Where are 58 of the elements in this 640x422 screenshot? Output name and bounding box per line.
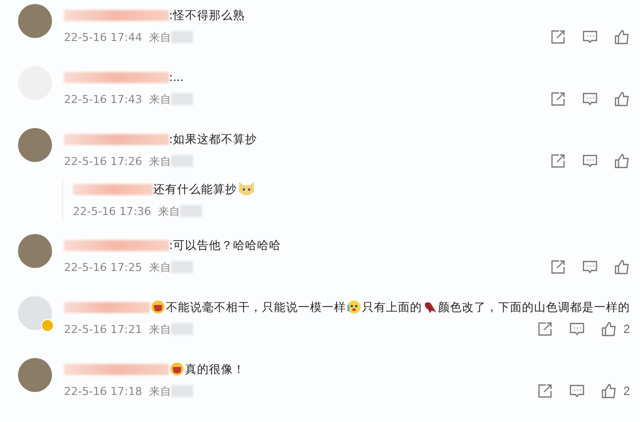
share-button[interactable] [550,91,566,107]
comment-time: 22-5-16 17:44 [64,30,142,44]
comment-button[interactable] [569,383,586,399]
blurred-source [180,205,202,217]
comment-text: :可以告他？哈哈哈哈 [169,238,281,252]
like-button[interactable] [614,153,630,169]
source-label: 来自 [149,384,172,398]
like-button[interactable] [614,91,630,107]
verified-badge-icon [41,319,54,332]
laughing-face-icon [170,362,184,376]
dog-face-icon [238,180,255,198]
bird-icon [423,300,437,314]
source-label: 来自 [149,92,172,106]
blurred-source [171,323,194,335]
share-button[interactable] [550,153,566,169]
comment-time: 22-5-16 17:21 [64,322,142,336]
comment-button[interactable] [569,321,586,337]
blurred-source [171,31,194,43]
comment-text: 颜色改了，下面的山色调都是一样的 [438,300,630,314]
comment-button[interactable] [582,153,598,169]
comment-button[interactable] [582,259,598,275]
source-label: 来自 [149,260,172,274]
comment-text: 真的很像！ [185,362,245,376]
comment-button[interactable] [582,29,598,45]
laughing-face-icon [151,300,165,314]
comment-text: 只有上面的 [362,300,422,314]
avatar[interactable] [18,234,52,268]
source-label: 来自 [158,204,180,218]
comment-text: :怪不得那么熟 [169,8,245,22]
share-button[interactable] [550,259,566,275]
avatar[interactable] [18,4,52,38]
blurred-source [171,261,194,273]
share-button[interactable] [550,29,566,45]
comment-text: :... [169,70,184,84]
comment-time: 22-5-16 17:18 [64,384,142,398]
reply-text: 还有什么能算抄 [153,182,237,196]
comment-time: 22-5-16 17:25 [64,260,142,274]
comment-button[interactable] [582,91,598,107]
source-label: 来自 [149,30,172,44]
comment-time: 22-5-16 17:43 [64,92,142,106]
avatar[interactable] [18,358,52,392]
blurred-source [171,93,194,105]
comment-time: 22-5-16 17:26 [64,154,142,168]
like-button[interactable]: 2 [601,321,630,337]
crying-face-icon [347,300,361,314]
comment-text: :如果这都不算抄 [169,132,257,146]
share-button[interactable] [537,383,554,399]
blurred-source [171,385,194,397]
reply-time: 22-5-16 17:36 [73,204,152,218]
source-label: 来自 [149,154,172,168]
source-label: 来自 [149,322,172,336]
like-button[interactable] [614,259,630,275]
avatar[interactable] [18,128,52,162]
like-button[interactable]: 2 [601,383,630,399]
share-button[interactable] [537,321,554,337]
blurred-source [171,155,194,167]
like-button[interactable] [614,29,630,45]
comment-text: 不能说毫不相干，只能说一模一样 [166,300,346,314]
